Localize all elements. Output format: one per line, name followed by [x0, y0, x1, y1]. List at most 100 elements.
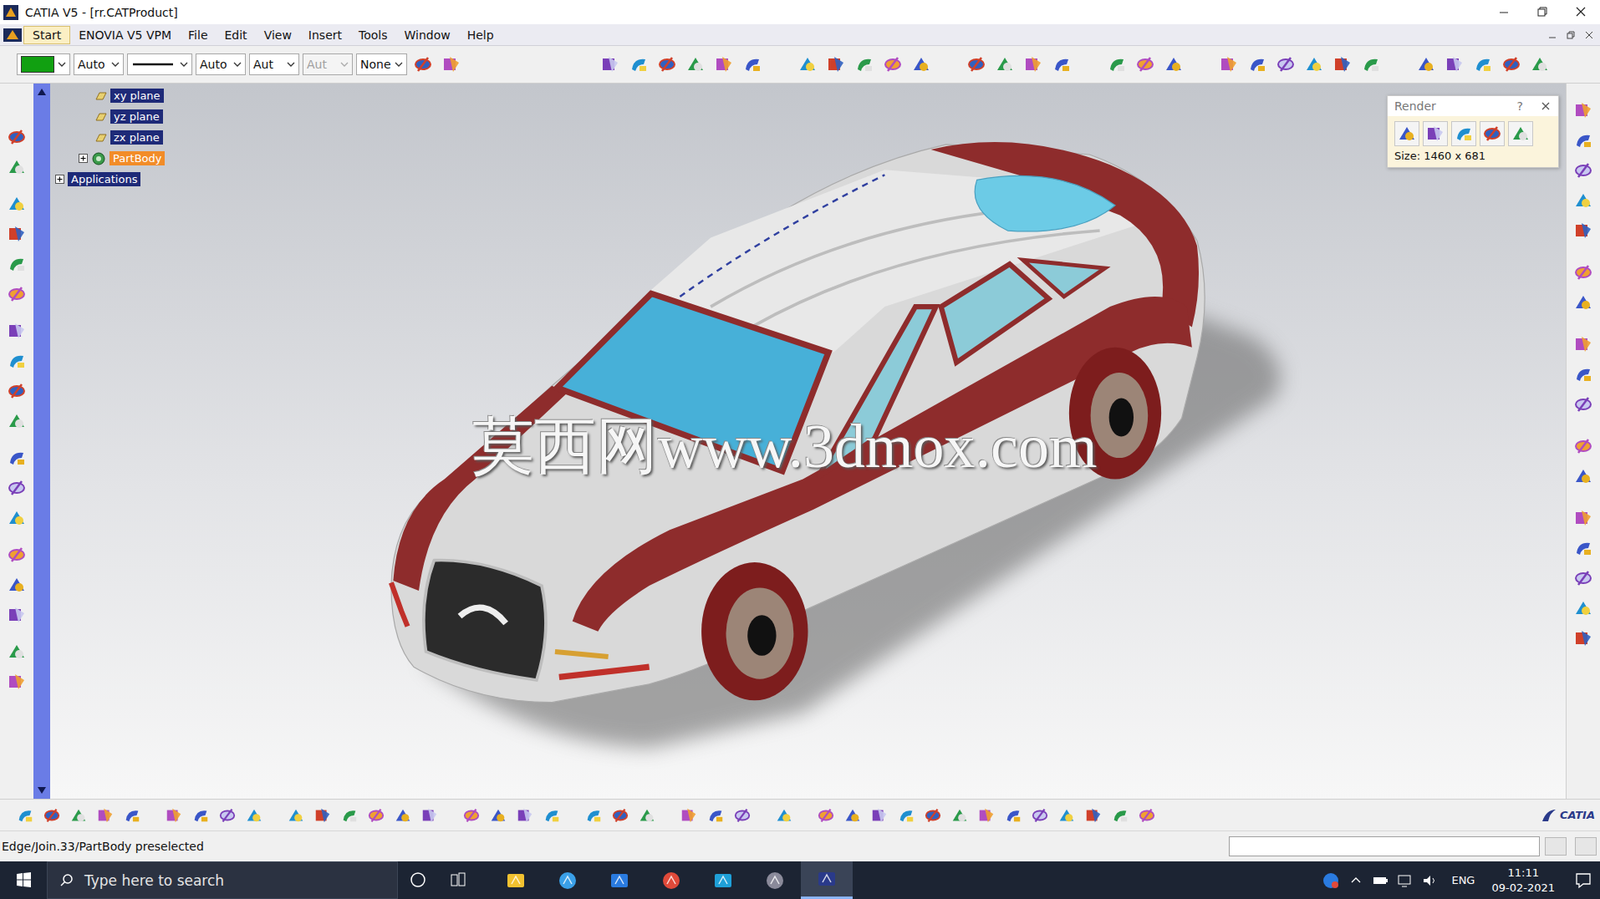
toolbar-button[interactable] [5, 573, 29, 597]
expander-icon[interactable] [55, 174, 65, 184]
render-tool-button[interactable] [1451, 121, 1477, 147]
tree-label[interactable]: zx plane [110, 130, 164, 145]
taskbar-app[interactable] [489, 861, 542, 899]
toolbar-button[interactable] [1571, 332, 1595, 357]
render-tool-button[interactable] [1479, 121, 1505, 147]
network-icon[interactable] [1396, 872, 1415, 890]
help-button[interactable]: ? [1517, 99, 1524, 113]
toolbar-button[interactable] [867, 804, 892, 828]
tree-item[interactable]: zx plane [55, 127, 165, 148]
toolbar-button[interactable] [5, 506, 29, 530]
cortana-icon[interactable] [397, 861, 439, 899]
toolbar-button[interactable] [5, 446, 29, 470]
toolbar-button[interactable] [215, 804, 240, 828]
toolbar-button[interactable] [391, 804, 415, 828]
help-tray-icon[interactable] [1320, 871, 1341, 892]
toolbar-button[interactable] [5, 349, 29, 373]
toolbar-button[interactable] [513, 804, 537, 828]
menu-item[interactable]: File [179, 26, 216, 44]
toolbar-button[interactable] [1571, 128, 1595, 153]
toolbar-button[interactable] [66, 804, 91, 828]
clock[interactable]: 11:1109-02-2021 [1486, 866, 1560, 896]
tree-item[interactable]: xy plane [55, 85, 165, 107]
toolbar-button[interactable] [120, 804, 144, 828]
toolbar-button[interactable] [1571, 566, 1595, 591]
toolbar-button[interactable] [1571, 362, 1595, 387]
toolbar-button[interactable] [337, 804, 362, 828]
toolbar-button[interactable] [880, 51, 906, 77]
toolbar-button[interactable] [1028, 804, 1052, 828]
toolbar-button[interactable] [1301, 51, 1327, 77]
catia-menu-icon[interactable] [1, 26, 24, 44]
taskbar-app[interactable] [593, 861, 646, 899]
menu-item[interactable]: View [255, 26, 301, 44]
property-dropdown[interactable] [16, 53, 71, 76]
tree-scrollbar[interactable] [33, 83, 51, 800]
toolbar-button[interactable] [894, 804, 918, 828]
toolbar-button[interactable] [1329, 51, 1356, 77]
scroll-up-icon[interactable] [34, 85, 50, 99]
taskbar-search[interactable]: Type here to search [46, 861, 398, 899]
close-icon[interactable] [1561, 0, 1600, 25]
toolbar-button[interactable] [1358, 51, 1384, 77]
toolbar-button[interactable] [417, 804, 442, 828]
tree-label[interactable]: PartBody [109, 151, 165, 166]
toolbar-button[interactable] [794, 51, 821, 77]
toolbar-button[interactable] [1049, 51, 1075, 77]
toolbar-button[interactable] [1571, 188, 1595, 213]
toolbar-button[interactable] [823, 51, 849, 77]
doc-minimize-icon[interactable] [1544, 28, 1560, 42]
toolbar-button[interactable] [654, 51, 680, 77]
scroll-down-icon[interactable] [34, 784, 50, 798]
toolbar-button[interactable] [1470, 51, 1496, 77]
show-hidden-icon[interactable] [1347, 872, 1365, 890]
toolbar-button[interactable] [1571, 626, 1595, 651]
menu-item[interactable]: Edit [216, 26, 256, 44]
toolbar-button[interactable] [626, 51, 652, 77]
painter-button[interactable] [410, 51, 436, 77]
toolbar-button[interactable] [1571, 158, 1595, 183]
toolbar-button[interactable] [963, 51, 989, 77]
toolbar-button[interactable] [1108, 804, 1132, 828]
toolbar-button[interactable] [1571, 219, 1595, 243]
toolbar-button[interactable] [1001, 804, 1025, 828]
toolbar-button[interactable] [5, 543, 29, 567]
toolbar-button[interactable] [459, 804, 484, 828]
toolbar-button[interactable] [310, 804, 335, 828]
toolbar-button[interactable] [711, 51, 737, 77]
toolbar-button[interactable] [284, 804, 308, 828]
render-tool-button[interactable] [1422, 121, 1448, 147]
toolbar-button[interactable] [5, 155, 29, 179]
toolbar-button[interactable] [908, 51, 934, 77]
toolbar-button[interactable] [5, 319, 29, 343]
toolbar-button[interactable] [5, 603, 29, 627]
tree-label[interactable]: Applications [67, 172, 141, 187]
toolbar-button[interactable] [5, 222, 29, 246]
toolbar-button[interactable] [1571, 98, 1595, 123]
toolbar-button[interactable] [730, 804, 755, 828]
property-dropdown[interactable]: Auto [195, 53, 246, 76]
toolbar-button[interactable] [1161, 51, 1187, 77]
menu-item[interactable]: Insert [300, 26, 351, 44]
volume-icon[interactable] [1421, 872, 1440, 890]
toolbar-button[interactable] [5, 409, 29, 434]
toolbar-button[interactable] [1244, 51, 1270, 77]
toolbar-button[interactable] [5, 252, 29, 276]
taskbar-app[interactable] [800, 861, 853, 899]
toolbar-button[interactable] [5, 640, 29, 664]
toolbar-button[interactable] [162, 804, 186, 828]
toolbar-button[interactable] [1413, 51, 1439, 77]
battery-icon[interactable] [1370, 872, 1390, 890]
toolbar-button[interactable] [1273, 51, 1299, 77]
expander-icon[interactable] [78, 153, 88, 164]
minimize-icon[interactable] [1484, 0, 1524, 25]
property-dropdown[interactable]: Auto [73, 53, 124, 76]
toolbar-button[interactable] [1571, 434, 1595, 459]
taskbar-app[interactable] [749, 861, 801, 899]
toolbar-button[interactable] [1020, 51, 1046, 77]
toolbar-button[interactable] [581, 804, 606, 828]
input-language[interactable]: ENG [1446, 874, 1480, 887]
status-button[interactable] [1574, 837, 1597, 857]
toolbar-button[interactable] [677, 804, 701, 828]
toolbar-button[interactable] [1571, 260, 1595, 285]
